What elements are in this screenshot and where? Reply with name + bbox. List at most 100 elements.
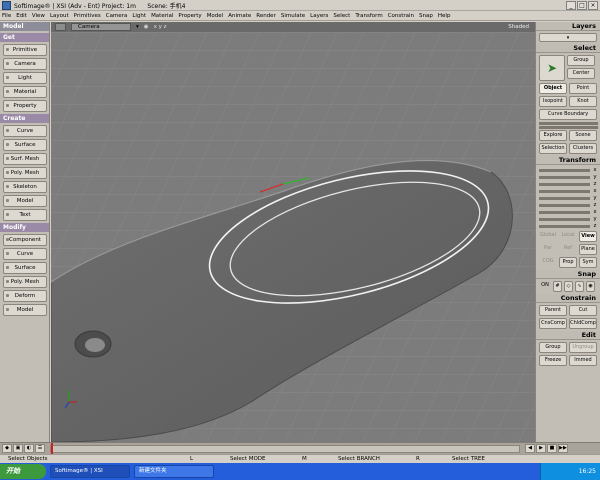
toolbar-header[interactable]: Model xyxy=(0,22,49,31)
prop-button[interactable]: Prop xyxy=(559,257,577,268)
cnscomp-button[interactable]: CnsComp xyxy=(539,318,567,329)
chevron-down-icon[interactable]: ▾ xyxy=(136,24,139,30)
modify-deform-button[interactable]: Deform xyxy=(3,290,47,302)
modify-component-button[interactable]: Component xyxy=(3,234,47,246)
camera-dropdown[interactable]: Camera xyxy=(71,23,131,31)
modify-surface-button[interactable]: Surface xyxy=(3,262,47,274)
select-filter-slider-2[interactable] xyxy=(539,126,598,129)
create-poly-mesh-button[interactable]: Poly. Mesh xyxy=(3,167,47,179)
select-object-button[interactable]: Object xyxy=(539,83,567,94)
menu-edit[interactable]: Edit xyxy=(16,13,27,19)
clusters-button[interactable]: Clusters xyxy=(569,143,597,154)
display-mode-dropdown[interactable]: Shaded xyxy=(508,24,529,30)
edit-ungroup-button[interactable]: Ungroup xyxy=(569,342,597,353)
parent-button[interactable]: Parent xyxy=(539,305,567,316)
get-primitive-button[interactable]: Primitive xyxy=(3,44,47,56)
cog-button[interactable]: COG xyxy=(539,257,557,268)
edit-immed-button[interactable]: Immed xyxy=(569,355,597,366)
task-softimage[interactable]: Softimage® | XSI xyxy=(50,465,130,478)
menu-select[interactable]: Select xyxy=(333,13,350,19)
rotate-y-row[interactable]: y xyxy=(539,195,598,201)
curve-boundary-button[interactable]: Curve Boundary xyxy=(539,109,597,120)
minimize-button[interactable]: _ xyxy=(566,0,576,10)
lock-icon[interactable]: ▣ xyxy=(13,444,23,453)
scale-y-row[interactable]: y xyxy=(539,174,598,180)
select-isopoint-button[interactable]: Isopoint xyxy=(539,96,567,107)
menu-simulate[interactable]: Simulate xyxy=(281,13,305,19)
edit-group-button[interactable]: Group xyxy=(539,342,567,353)
create-model-button[interactable]: Model xyxy=(3,195,47,207)
select-knot-button[interactable]: Knot xyxy=(569,96,597,107)
create-text-button[interactable]: Text xyxy=(3,209,47,221)
translate-y-row[interactable]: y xyxy=(539,216,598,222)
create-curve-button[interactable]: Curve xyxy=(3,125,47,137)
modify-poly-mesh-button[interactable]: Poly. Mesh xyxy=(3,276,47,288)
select-point-button[interactable]: Point xyxy=(569,83,597,94)
menu-layout[interactable]: Layout xyxy=(50,13,69,19)
menu-help[interactable]: Help xyxy=(438,13,451,19)
scene-button[interactable]: Scene xyxy=(569,130,597,141)
menu-view[interactable]: View xyxy=(32,13,45,19)
select-filter-slider[interactable] xyxy=(539,122,598,125)
menu-model[interactable]: Model xyxy=(207,13,224,19)
local-button[interactable]: Local xyxy=(559,231,577,242)
select-center-button[interactable]: Center xyxy=(567,68,595,79)
chldcomp-button[interactable]: ChldComp xyxy=(569,318,597,329)
scale-x-row[interactable]: x xyxy=(539,167,598,173)
get-material-button[interactable]: Material xyxy=(3,86,47,98)
fast-forward-icon[interactable]: ▶▶ xyxy=(558,444,568,453)
menu-render[interactable]: Render xyxy=(256,13,276,19)
playback-options-icon[interactable]: ◐ xyxy=(24,444,34,453)
axes-toggle[interactable]: x y z xyxy=(154,24,167,30)
rotate-x-row[interactable]: x xyxy=(539,188,598,194)
select-arrow-icon[interactable]: ➤ xyxy=(539,55,565,81)
menu-animate[interactable]: Animate xyxy=(228,13,251,19)
create-skeleton-button[interactable]: Skeleton xyxy=(3,181,47,193)
menu-camera[interactable]: Camera xyxy=(106,13,128,19)
camera-viewport[interactable]: Camera ▾ ◉ x y z Shaded xyxy=(51,22,535,442)
ref-button[interactable]: Ref xyxy=(559,244,577,255)
translate-z-row[interactable]: z xyxy=(539,223,598,229)
menu-constrain[interactable]: Constrain xyxy=(388,13,414,19)
menu-material[interactable]: Material xyxy=(151,13,173,19)
modify-curve-button[interactable]: Curve xyxy=(3,248,47,260)
play-icon[interactable]: ▶ xyxy=(536,444,546,453)
viewport-letter-button[interactable] xyxy=(55,23,66,31)
maximize-button[interactable]: □ xyxy=(577,0,587,10)
selection-button[interactable]: Selection xyxy=(539,143,567,154)
scale-z-row[interactable]: z xyxy=(539,181,598,187)
snap-on-toggle[interactable]: ON xyxy=(539,281,551,292)
rewind-icon[interactable]: ◀ xyxy=(525,444,535,453)
keyframe-icon[interactable]: ◆ xyxy=(2,444,12,453)
edit-freeze-button[interactable]: Freeze xyxy=(539,355,567,366)
select-group-button[interactable]: Group xyxy=(567,55,595,66)
get-camera-button[interactable]: Camera xyxy=(3,58,47,70)
snap-point-icon[interactable]: ◇ xyxy=(564,281,573,292)
menu-layers[interactable]: Layers xyxy=(310,13,328,19)
close-button[interactable]: × xyxy=(588,0,598,10)
menu-primitives[interactable]: Primitives xyxy=(74,13,101,19)
get-light-button[interactable]: Light xyxy=(3,72,47,84)
snap-curve-icon[interactable]: ∿ xyxy=(575,281,584,292)
create-surface-button[interactable]: Surface xyxy=(3,139,47,151)
stop-icon[interactable]: ■ xyxy=(547,444,557,453)
cut-button[interactable]: Cut xyxy=(569,305,597,316)
menu-file[interactable]: File xyxy=(2,13,11,19)
translate-x-row[interactable]: x xyxy=(539,209,598,215)
eye-icon[interactable]: ◉ xyxy=(144,24,149,30)
snap-options-icon[interactable]: ◉ xyxy=(586,281,595,292)
par-button[interactable]: Par xyxy=(539,244,557,255)
task-new-folder[interactable]: 新建文件夹 xyxy=(134,465,214,478)
snap-grid-icon[interactable]: # xyxy=(553,281,562,292)
rotate-z-row[interactable]: z xyxy=(539,202,598,208)
global-button[interactable]: Global xyxy=(539,231,557,242)
explore-button[interactable]: Explore xyxy=(539,130,567,141)
get-property-button[interactable]: Property xyxy=(3,100,47,112)
start-button[interactable]: 开始 xyxy=(0,464,46,479)
layer-dropdown[interactable]: ▾ xyxy=(539,33,597,42)
sym-button[interactable]: Sym xyxy=(579,257,597,268)
menu-transform[interactable]: Transform xyxy=(355,13,382,19)
create-surf-mesh-button[interactable]: Surf. Mesh xyxy=(3,153,47,165)
settings-icon[interactable]: ☰ xyxy=(35,444,45,453)
plane-button[interactable]: Plane xyxy=(579,244,597,255)
